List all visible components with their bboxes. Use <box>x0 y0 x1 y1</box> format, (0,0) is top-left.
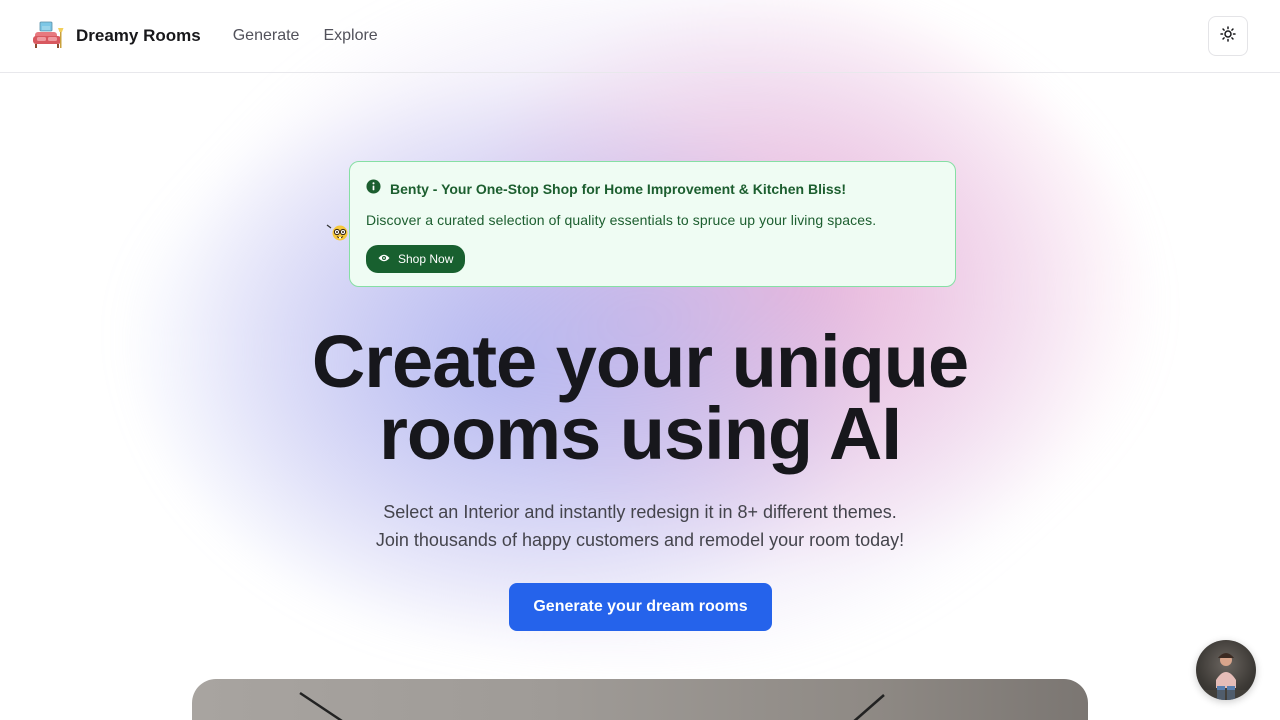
main-nav: Generate Explore <box>233 27 378 45</box>
brand[interactable]: Dreamy Rooms <box>32 20 201 52</box>
couch-icon <box>32 20 64 52</box>
nav-explore[interactable]: Explore <box>323 27 377 45</box>
chat-avatar[interactable] <box>1196 640 1256 700</box>
hero-title: Create your unique rooms using AI <box>0 325 1280 471</box>
generate-dream-rooms-button[interactable]: Generate your dream rooms <box>509 583 772 631</box>
sun-icon <box>1220 25 1236 47</box>
hero-subtitle: Select an Interior and instantly redesig… <box>0 498 1280 554</box>
hero-section: Create your unique rooms using AI Select… <box>0 325 1280 554</box>
hero-subtitle-line-1: Select an Interior and instantly redesig… <box>383 502 897 522</box>
eye-icon <box>378 252 390 266</box>
banner-title: Benty - Your One-Stop Shop for Home Impr… <box>390 181 847 197</box>
app-name: Dreamy Rooms <box>76 26 201 45</box>
room-preview-image <box>192 679 1088 720</box>
nav-generate[interactable]: Generate <box>233 27 300 45</box>
hero-title-line-2: rooms using AI <box>379 392 902 475</box>
banner-description: Discover a curated selection of quality … <box>366 212 877 228</box>
info-circle-icon <box>366 179 381 199</box>
top-navbar: Dreamy Rooms Generate Explore <box>0 0 1280 73</box>
nerd-face-icon <box>326 222 350 242</box>
hero-title-line-1: Create your unique <box>311 320 969 403</box>
shop-now-button[interactable]: Shop Now <box>366 245 466 273</box>
theme-toggle-button[interactable] <box>1208 16 1248 56</box>
hero-subtitle-line-2: Join thousands of happy customers and re… <box>375 530 905 550</box>
shop-now-label: Shop Now <box>398 252 454 266</box>
promo-banner: Benty - Your One-Stop Shop for Home Impr… <box>349 161 956 287</box>
